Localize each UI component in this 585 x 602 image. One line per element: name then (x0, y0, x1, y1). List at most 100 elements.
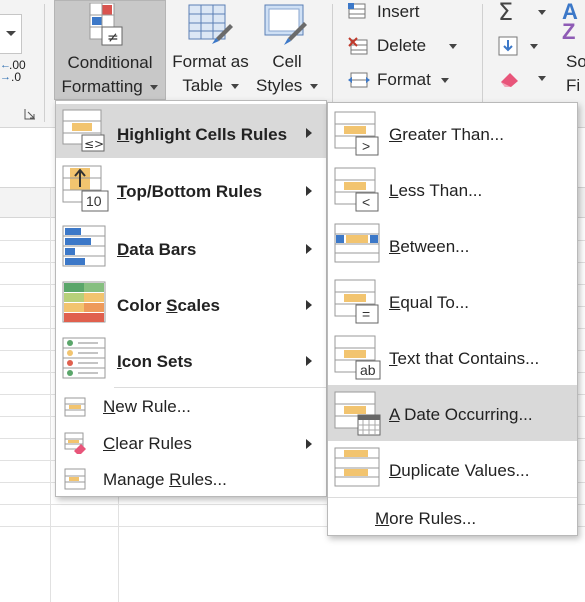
format-button[interactable]: Format (348, 68, 468, 92)
cell-styles-icon (264, 4, 310, 46)
menu-item-color-scales[interactable]: Color Scales (56, 275, 326, 331)
autosum-button[interactable]: Σ (496, 0, 556, 26)
menu-item-clear-rules[interactable]: Clear Rules (56, 426, 326, 462)
menu-item-new-rule[interactable]: New Rule... (56, 390, 326, 426)
format-as-table-button[interactable]: Format as Table (168, 0, 253, 100)
format-as-table-icon (188, 4, 234, 46)
highlight-cells-rules-label: Highlight Cells Rules (117, 125, 288, 144)
text-contains-icon: ab (334, 335, 382, 381)
sort-filter-label: So (566, 52, 585, 71)
top-bottom-rules-icon: 10 (62, 165, 110, 213)
icon-sets-icon (62, 337, 108, 381)
clear-button[interactable] (496, 66, 556, 92)
new-rule-label: New Rule... (103, 397, 191, 416)
submenu-arrow-icon (306, 128, 312, 138)
greater-than-icon: > (334, 111, 382, 157)
menu-item-manage-rules[interactable]: Manage Rules... (56, 462, 326, 498)
top-bottom-icon-number: 10 (86, 193, 102, 209)
data-bars-label: Data Bars (117, 240, 197, 259)
clear-rules-icon (64, 432, 88, 456)
data-bars-icon (62, 225, 108, 269)
submenu-arrow-icon (306, 300, 312, 310)
menu-item-equal-to[interactable]: = Equal To... (328, 273, 577, 329)
chevron-down-icon (449, 44, 457, 49)
more-rules-label: More Rules... (375, 509, 477, 528)
fill-down-icon (498, 36, 518, 56)
duplicate-values-icon (334, 447, 382, 493)
greater-than-label: Greater Than... (389, 125, 504, 144)
between-icon (334, 223, 382, 269)
menu-item-greater-than[interactable]: > Greater Than... (328, 105, 577, 161)
menu-item-less-than[interactable]: < Less Than... (328, 161, 577, 217)
conditional-formatting-menu: ≤> Highlight Cells Rules 10 Top/Bottom R… (55, 100, 327, 497)
submenu-arrow-icon (306, 244, 312, 254)
svg-text:≠: ≠ (107, 30, 119, 46)
conditional-formatting-label-line1: Conditional (67, 53, 153, 72)
number-format-dropdown[interactable] (0, 14, 22, 54)
chevron-down-icon (150, 85, 159, 90)
format-as-table-label-line2: Table (168, 74, 253, 98)
menu-item-a-date-occurring[interactable]: A Date Occurring... (328, 385, 577, 441)
highlight-cells-rules-icon: ≤> (62, 109, 108, 153)
menu-item-highlight-cells-rules[interactable]: ≤> Highlight Cells Rules (56, 104, 326, 158)
dialog-launcher-icon[interactable] (24, 108, 36, 120)
delete-label: Delete (377, 36, 427, 55)
chevron-down-icon (310, 84, 319, 89)
chevron-down-icon (538, 10, 546, 15)
clear-rules-label: Clear Rules (103, 434, 192, 453)
cell-styles-button[interactable]: Cell Styles (254, 0, 320, 100)
menu-item-data-bars[interactable]: Data Bars (56, 219, 326, 275)
color-scales-icon (62, 281, 108, 325)
manage-rules-label: Manage Rules... (103, 470, 227, 489)
chevron-down-icon (530, 44, 538, 49)
equal-to-label: Equal To... (389, 293, 470, 312)
conditional-formatting-label-line2: Formatting (55, 75, 165, 99)
manage-rules-icon (64, 468, 88, 492)
delete-button[interactable]: Delete (348, 34, 468, 58)
between-label: Between... (389, 237, 470, 256)
menu-separator (328, 497, 577, 498)
fill-button[interactable] (496, 34, 556, 60)
format-label: Format (377, 70, 431, 89)
format-cells-icon (348, 71, 370, 89)
insert-button[interactable]: Insert (348, 0, 468, 24)
text-contains-symbol: ab (360, 362, 376, 378)
format-as-table-label-line1: Format as (172, 52, 249, 71)
chevron-down-icon (441, 78, 449, 83)
decrease-decimal-label: .0 (11, 70, 22, 84)
greater-than-symbol: > (362, 138, 371, 154)
insert-label: Insert (377, 2, 420, 21)
highlight-cells-rules-submenu: > Greater Than... < Less Than... Between… (327, 102, 578, 536)
menu-item-between[interactable]: Between... (328, 217, 577, 273)
sort-filter-button[interactable]: AZ So Fi (562, 0, 585, 100)
color-scales-label: Color Scales (117, 296, 220, 315)
chevron-down-icon (230, 84, 239, 89)
cell-styles-label-line1: Cell (272, 52, 302, 71)
top-bottom-rules-label: Top/Bottom Rules (117, 182, 263, 201)
less-than-label: Less Than... (389, 181, 483, 200)
sort-az-icon: AZ (562, 0, 578, 44)
chevron-down-icon (6, 31, 16, 36)
decrease-decimal-icon: → (0, 71, 11, 83)
delete-icon (348, 37, 370, 55)
sigma-icon: Σ (498, 0, 514, 26)
submenu-arrow-icon (306, 356, 312, 366)
menu-item-icon-sets[interactable]: Icon Sets (56, 331, 326, 387)
svg-text:≤>: ≤> (84, 137, 104, 151)
equal-to-icon: = (334, 279, 382, 325)
date-occurring-icon (334, 391, 382, 437)
less-than-icon: < (334, 167, 382, 213)
chevron-down-icon (538, 76, 546, 81)
decrease-decimal-button[interactable]: → .0 (0, 70, 33, 84)
conditional-formatting-icon: ≠ (88, 3, 132, 47)
menu-item-top-bottom-rules[interactable]: 10 Top/Bottom Rules (56, 161, 326, 217)
menu-separator (114, 387, 326, 388)
menu-item-text-that-contains[interactable]: ab Text that Contains... (328, 329, 577, 385)
submenu-arrow-icon (306, 439, 312, 449)
conditional-formatting-button[interactable]: ≠ Conditional Formatting (54, 0, 166, 100)
a-date-occurring-label: A Date Occurring... (389, 405, 533, 424)
menu-item-duplicate-values[interactable]: Duplicate Values... (328, 441, 577, 497)
insert-icon (348, 3, 368, 21)
cell-styles-label-line2: Styles (254, 74, 320, 98)
menu-item-more-rules[interactable]: More Rules... (328, 499, 577, 535)
